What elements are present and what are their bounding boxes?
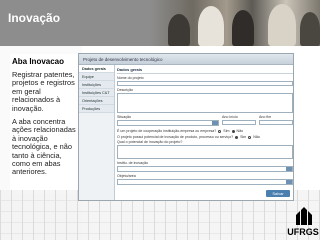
chevron-down-icon — [212, 121, 218, 125]
potential-textarea[interactable] — [117, 145, 293, 159]
question-text: O projeto possui potencial de inovação d… — [117, 135, 234, 139]
app-titlebar: Projeto de desenvolvimento tecnológico — [79, 54, 293, 65]
header-banner: Inovação — [0, 0, 320, 46]
chevron-down-icon — [286, 180, 292, 184]
header-photo — [150, 0, 320, 46]
radio-yes[interactable] — [235, 135, 239, 139]
description-textarea[interactable] — [117, 93, 293, 113]
radio-no-label: Não — [253, 135, 260, 139]
radio-yes-label: Sim — [240, 135, 247, 139]
nav-item-dados-gerais[interactable]: Dados gerais — [79, 65, 114, 73]
nav-item-orientacoes[interactable]: Orientações — [79, 97, 114, 105]
keywords-select[interactable] — [117, 166, 293, 172]
radio-yes[interactable] — [218, 129, 222, 133]
area-select[interactable] — [117, 179, 293, 185]
logo-text: UFRGS — [287, 227, 319, 237]
description-heading: Aba Inovacao — [12, 57, 65, 66]
logo-emblem-icon — [296, 207, 312, 225]
project-form: Dados gerais Nome do projeto Descrição S… — [117, 67, 293, 200]
save-button[interactable]: Salvar — [266, 190, 290, 197]
page-title: Inovação — [8, 11, 61, 25]
situation-select[interactable] — [117, 120, 219, 126]
name-input[interactable] — [117, 81, 293, 86]
description-card: Aba Inovacao Registrar patentes, projeto… — [10, 54, 82, 194]
radio-yes-label: Sim — [223, 129, 230, 133]
nav-item-instituicoes-ct[interactable]: Instituições C&T — [79, 89, 114, 97]
year-start-input[interactable] — [222, 120, 256, 125]
app-nav: Dados gerais Equipe Instituições Institu… — [79, 65, 115, 200]
section-title: Dados gerais — [117, 67, 293, 74]
description-paragraph: Registrar patentes, projetos e registros… — [12, 70, 75, 113]
ufrgs-logo: UFRGS — [286, 205, 320, 240]
nav-item-equipe[interactable]: Equipe — [79, 73, 114, 81]
chevron-down-icon — [286, 167, 292, 171]
nav-item-producoes[interactable]: Produções — [79, 105, 114, 113]
radio-no-label: Não — [236, 129, 244, 133]
situation-row: Situação Ano início Ano fim — [117, 115, 293, 128]
question-text: É um projeto de cooperação instituição-e… — [117, 129, 217, 133]
nav-item-instituicoes[interactable]: Instituições — [79, 81, 114, 89]
year-end-input[interactable] — [259, 120, 293, 125]
description-paragraph: A aba concentra ações relacionadas à ino… — [12, 117, 76, 177]
radio-no[interactable] — [248, 135, 252, 139]
app-window: Projeto de desenvolvimento tecnológico D… — [78, 53, 294, 201]
radio-no[interactable] — [231, 129, 235, 133]
